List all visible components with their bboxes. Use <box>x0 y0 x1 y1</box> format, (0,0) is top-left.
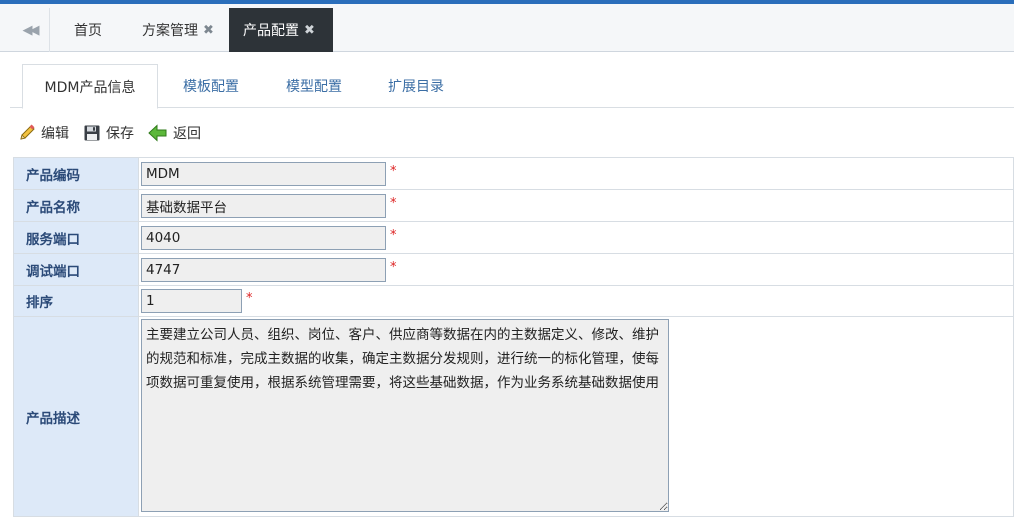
tab-label: 首页 <box>74 23 102 39</box>
required-mark: * <box>246 291 253 306</box>
pencil-icon <box>20 124 35 140</box>
subtab-label: 扩展目录 <box>388 79 444 95</box>
close-icon[interactable]: ✖ <box>304 23 315 38</box>
product-code-input[interactable] <box>141 161 386 186</box>
toolbar: 编辑 保存 返回 <box>18 120 215 146</box>
product-code-label: 产品编码 <box>13 157 139 190</box>
required-mark: * <box>390 195 397 211</box>
service-port-label: 服务端口 <box>13 221 139 254</box>
product-name-input[interactable] <box>141 193 386 218</box>
form-row-debug-port: 调试端口 * <box>13 253 1014 286</box>
description-label: 产品描述 <box>13 316 139 517</box>
tab-home[interactable]: 首页 <box>60 8 116 52</box>
back-arrow-icon <box>148 124 167 142</box>
floppy-disk-icon <box>84 125 100 141</box>
form-row-sort: 排序 * <box>13 285 1014 317</box>
double-chevron-left-icon: ◀◀ <box>22 22 40 38</box>
tab-scroll-back-button[interactable]: ◀◀ <box>10 8 50 52</box>
tab-label: 产品配置 <box>243 23 299 39</box>
required-mark: * <box>390 227 397 243</box>
edit-label: 编辑 <box>41 126 69 142</box>
form-row-product-name: 产品名称 * <box>13 189 1014 222</box>
sort-label: 排序 <box>13 285 139 317</box>
service-port-input[interactable] <box>141 225 386 250</box>
form-row-service-port: 服务端口 * <box>13 221 1014 254</box>
main-tab-bar: ◀◀ 首页 方案管理 ✖ 产品配置 ✖ <box>0 4 1014 52</box>
subtab-label: 模板配置 <box>183 79 239 95</box>
tab-product-config[interactable]: 产品配置 ✖ <box>229 8 333 52</box>
subtab-extension-directory[interactable]: 扩展目录 <box>366 64 466 108</box>
form-row-product-code: 产品编码 * <box>13 157 1014 190</box>
required-mark: * <box>390 259 397 275</box>
subtab-model-config[interactable]: 模型配置 <box>264 64 364 108</box>
sub-tab-bar: MDM产品信息 模板配置 模型配置 扩展目录 <box>10 64 1014 109</box>
subtab-template-config[interactable]: 模板配置 <box>160 64 262 108</box>
product-name-label: 产品名称 <box>13 189 139 222</box>
return-label: 返回 <box>173 126 201 142</box>
return-button[interactable]: 返回 <box>148 123 201 143</box>
tab-label: 方案管理 <box>142 23 198 39</box>
debug-port-label: 调试端口 <box>13 253 139 286</box>
product-form: 产品编码 * 产品名称 * 服务端口 * 调试端口 <box>13 157 1014 517</box>
description-textarea[interactable]: 主要建立公司人员、组织、岗位、客户、供应商等数据在内的主数据定义、修改、维护的规… <box>141 319 669 512</box>
close-icon[interactable]: ✖ <box>203 23 214 38</box>
save-label: 保存 <box>106 126 134 142</box>
debug-port-input[interactable] <box>141 257 386 282</box>
save-button[interactable]: 保存 <box>83 123 134 143</box>
required-mark: * <box>390 163 397 179</box>
edit-button[interactable]: 编辑 <box>18 123 69 143</box>
subtab-label: MDM产品信息 <box>44 79 136 96</box>
subtab-label: 模型配置 <box>286 79 342 95</box>
sort-input[interactable] <box>141 289 242 313</box>
form-row-description: 产品描述 主要建立公司人员、组织、岗位、客户、供应商等数据在内的主数据定义、修改… <box>13 316 1014 517</box>
subtab-mdm-product-info[interactable]: MDM产品信息 <box>22 64 158 109</box>
tab-plan-management[interactable]: 方案管理 ✖ <box>128 8 228 52</box>
